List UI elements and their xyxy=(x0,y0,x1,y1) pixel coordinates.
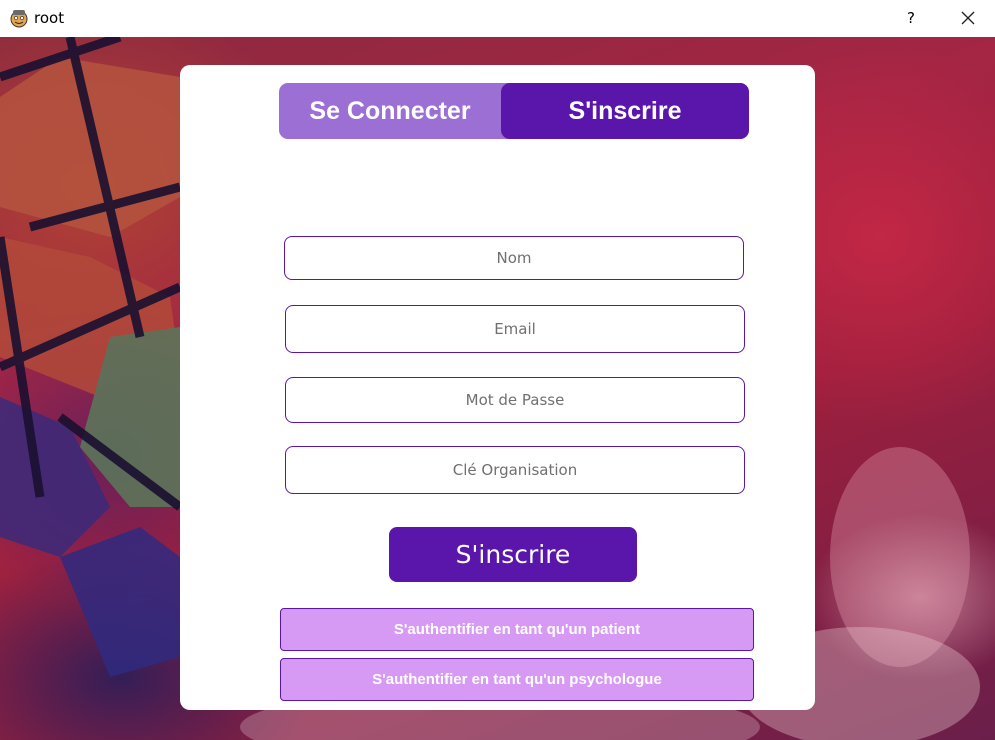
close-icon[interactable] xyxy=(955,6,981,30)
name-input[interactable] xyxy=(284,236,744,280)
title-bar: root ? xyxy=(0,0,995,37)
signup-submit-button[interactable]: S'inscrire xyxy=(389,527,637,582)
organization-key-input[interactable] xyxy=(285,446,745,494)
help-button[interactable]: ? xyxy=(900,6,922,30)
email-input[interactable] xyxy=(285,305,745,353)
cartoon-face-icon xyxy=(10,10,28,28)
app-window: root ? Se Connecter S'inscrire Nom Email… xyxy=(0,0,995,740)
auth-as-patient-button[interactable]: S'authentifier en tant qu'un patient xyxy=(280,608,754,651)
password-input[interactable] xyxy=(285,377,745,423)
auth-as-psychologist-button[interactable]: S'authentifier en tant qu'un psychologue xyxy=(280,658,754,701)
window-title: root xyxy=(34,9,65,27)
tab-signup[interactable]: S'inscrire xyxy=(501,83,749,139)
auth-tabs: Se Connecter S'inscrire xyxy=(279,83,749,139)
tab-login[interactable]: Se Connecter xyxy=(279,83,501,139)
